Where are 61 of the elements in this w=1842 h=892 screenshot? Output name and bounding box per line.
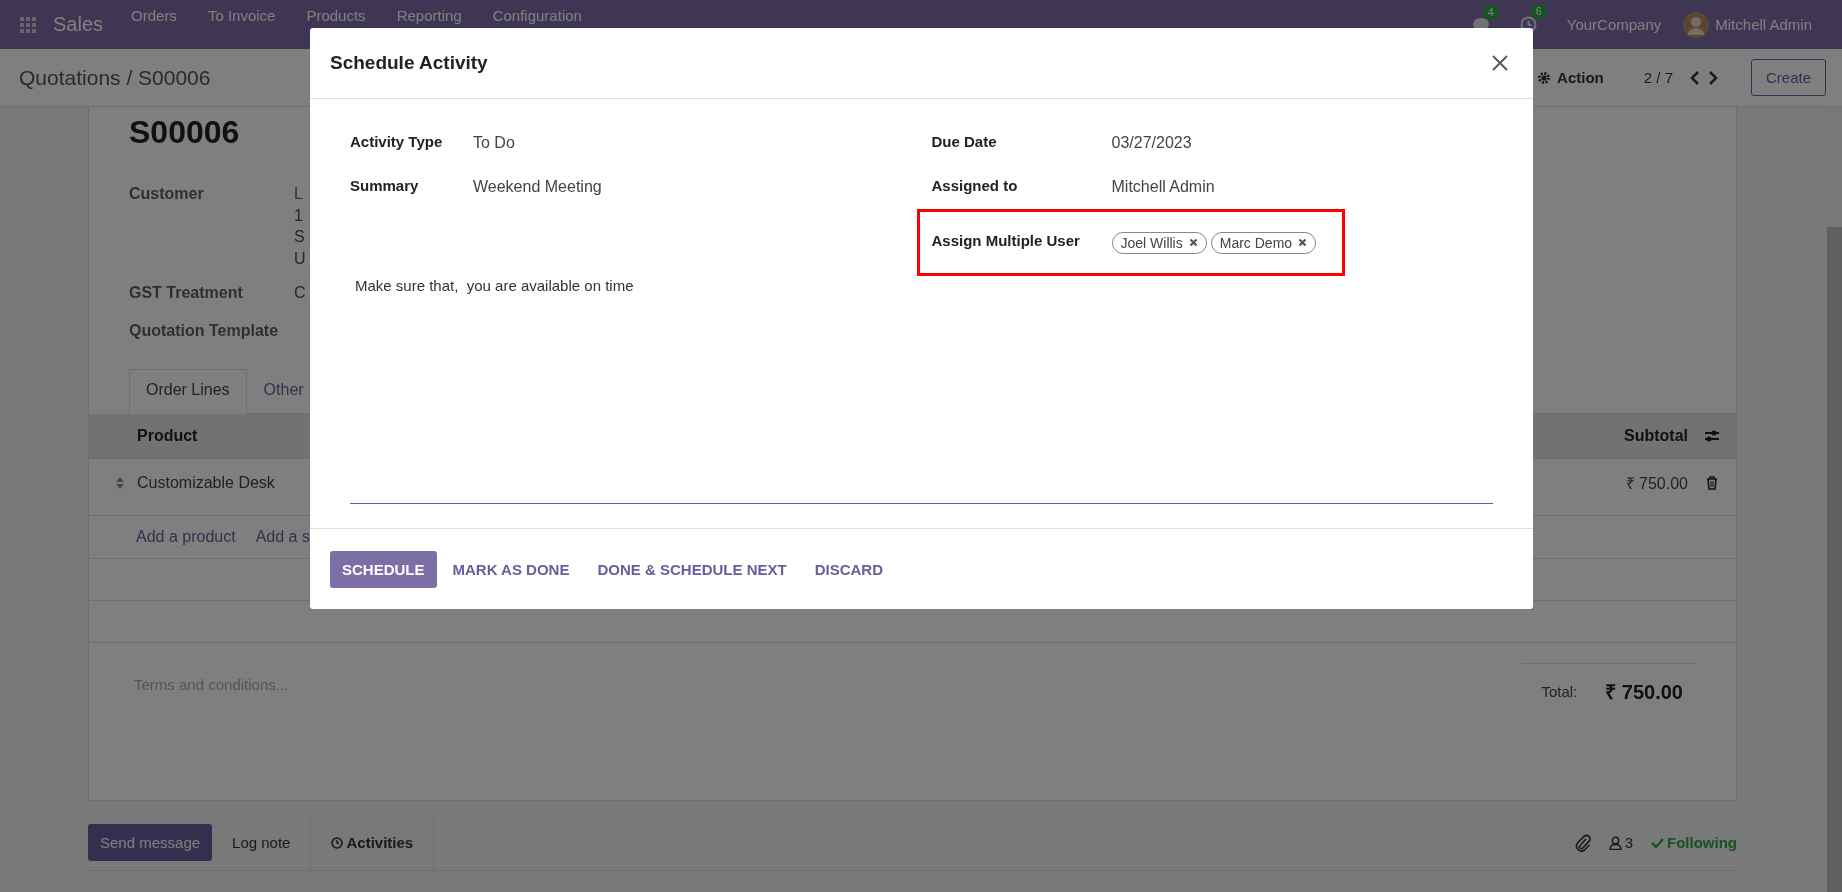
schedule-button[interactable]: SCHEDULE bbox=[330, 550, 437, 588]
menu-item[interactable]: Reporting bbox=[396, 7, 462, 24]
menu-item[interactable]: Orders bbox=[131, 7, 177, 24]
activities-button[interactable]: Activities bbox=[310, 815, 435, 870]
total-label: Total: bbox=[1541, 682, 1578, 700]
dialog-title: Schedule Activity bbox=[330, 52, 488, 74]
field-label: Assign Multiple User bbox=[931, 232, 1081, 249]
company-name[interactable]: YourCompany bbox=[1566, 16, 1662, 33]
remove-icon[interactable] bbox=[1188, 238, 1198, 247]
menu-item[interactable]: To Invoice bbox=[207, 7, 276, 24]
field-value[interactable]: Weekend Meeting bbox=[473, 178, 602, 196]
drag-handle-icon[interactable] bbox=[115, 476, 125, 490]
check-icon bbox=[1651, 836, 1664, 849]
previous-icon[interactable] bbox=[1688, 69, 1701, 86]
menu-item[interactable]: Configuration bbox=[492, 7, 582, 24]
order-number: S00006 bbox=[129, 114, 240, 151]
next-icon[interactable] bbox=[1706, 69, 1719, 86]
send-message-button[interactable]: Send message bbox=[88, 824, 213, 861]
field-label: Assigned to bbox=[931, 176, 1019, 194]
message-count-badge: 4 bbox=[1483, 4, 1498, 19]
field-value[interactable]: 03/27/2023 bbox=[1111, 134, 1192, 152]
field-value: 1 bbox=[294, 205, 304, 226]
field-label: Summary bbox=[350, 176, 420, 194]
pager-value[interactable]: 2 / 7 bbox=[1643, 69, 1673, 86]
menu-item[interactable]: Products bbox=[306, 7, 366, 24]
subtotal-cell-text: ₹ 750.00 bbox=[1625, 474, 1688, 494]
field-label: Quotation Template bbox=[129, 322, 280, 341]
action-menu[interactable]: Action bbox=[1557, 69, 1604, 86]
field-value: C bbox=[294, 283, 306, 303]
following-button[interactable]: Following bbox=[1651, 834, 1737, 851]
field-label: GST Treatment bbox=[129, 284, 244, 303]
gear-icon[interactable] bbox=[1537, 70, 1552, 85]
paperclip-icon[interactable] bbox=[1574, 833, 1591, 852]
column-header[interactable]: Subtotal bbox=[1624, 427, 1688, 445]
app-name[interactable]: Sales bbox=[53, 13, 104, 36]
column-settings-icon[interactable] bbox=[1704, 429, 1720, 443]
log-note-button[interactable]: Log note bbox=[212, 824, 311, 861]
product-cell-text: Customizable Desk bbox=[137, 474, 276, 492]
total-amount: ₹ 750.00 bbox=[1605, 679, 1683, 705]
field-value[interactable]: To Do bbox=[473, 134, 515, 152]
field-value: S bbox=[294, 227, 306, 247]
activity-count-badge: 6 bbox=[1531, 4, 1546, 18]
person-icon bbox=[1608, 835, 1622, 850]
add-line-link[interactable]: Add a s bbox=[255, 528, 310, 546]
field-label: Activity Type bbox=[350, 132, 444, 150]
note-field[interactable]: Make sure that, you are available on time bbox=[350, 268, 1493, 504]
create-button[interactable]: Create bbox=[1750, 59, 1826, 96]
field-label: Due Date bbox=[931, 132, 998, 150]
user-name[interactable]: Mitchell Admin bbox=[1715, 16, 1812, 33]
followers-button[interactable]: 3 bbox=[1608, 834, 1633, 851]
remove-icon[interactable] bbox=[1298, 238, 1308, 247]
field-value: U bbox=[294, 248, 306, 269]
breadcrumb[interactable]: Quotations / S00006 bbox=[19, 65, 211, 90]
field-value[interactable]: Mitchell Admin bbox=[1111, 178, 1215, 196]
trash-icon[interactable] bbox=[1706, 476, 1718, 490]
clock-icon[interactable] bbox=[1519, 16, 1537, 33]
field-label: Customer bbox=[129, 185, 205, 204]
add-line-link[interactable]: Add a product bbox=[136, 528, 236, 546]
clock-icon bbox=[331, 836, 344, 849]
tab[interactable]: Order Lines bbox=[129, 369, 247, 414]
close-icon[interactable] bbox=[1491, 54, 1509, 72]
